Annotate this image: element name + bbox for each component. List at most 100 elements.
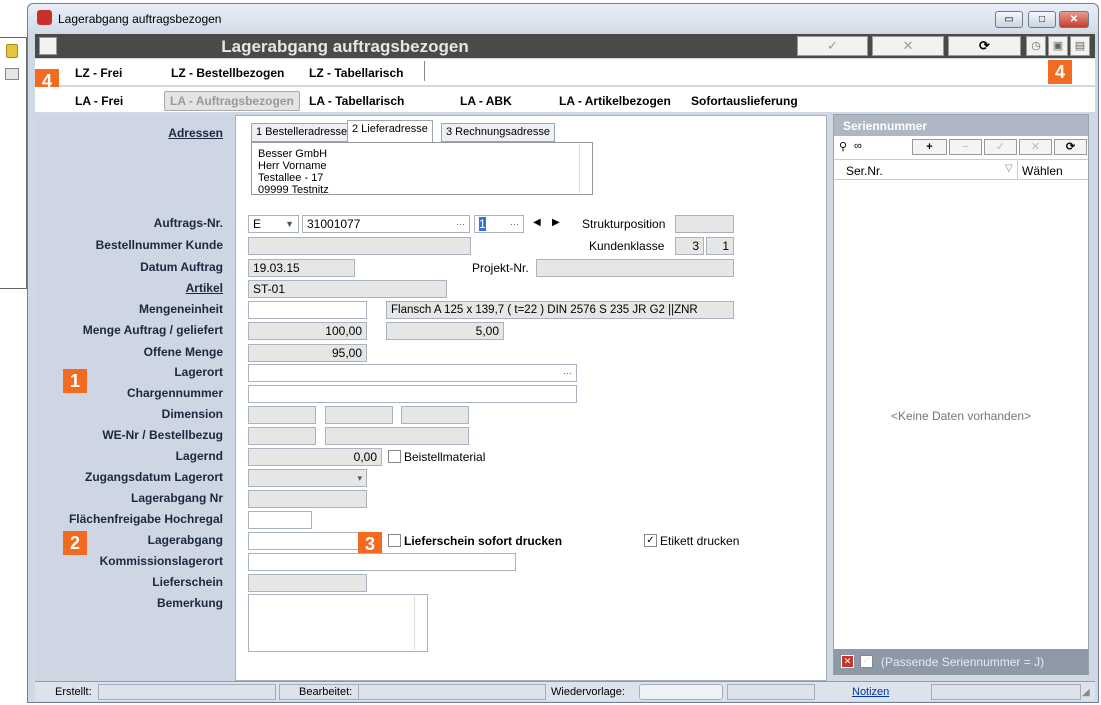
beistell-label: Beistellmaterial — [404, 450, 486, 464]
label-artikel[interactable]: Artikel — [35, 281, 223, 295]
etikett-checkbox[interactable]: ✓ — [644, 534, 657, 547]
label-kommission: Kommissionslagerort — [99, 554, 223, 568]
badge-4-right: 4 — [1048, 60, 1072, 84]
position-input[interactable]: 1 ··· — [474, 215, 524, 233]
lagerort-input[interactable]: ··· — [248, 364, 577, 382]
tab-la-abk[interactable]: LA - ABK — [460, 94, 512, 108]
abgang-nr-field — [248, 490, 367, 508]
label-kundenklasse: Kundenklasse — [589, 239, 665, 253]
menge-auftrag-field: 100,00 — [248, 322, 367, 340]
label-lieferschein: Lieferschein — [152, 575, 223, 589]
label-mengeneinheit: Mengeneinheit — [138, 302, 223, 316]
label-lagerabgang: Lagerabgang — [147, 533, 223, 547]
box-icon[interactable] — [5, 68, 19, 80]
kundenklasse-a: 3 — [675, 237, 704, 255]
clear-filter-icon[interactable]: ✕ — [841, 655, 854, 668]
add-serial-button[interactable]: + — [912, 139, 947, 155]
maximize-button[interactable]: □ — [1028, 11, 1056, 28]
bearbeitet-field — [358, 684, 546, 700]
bemerkung-textarea[interactable] — [248, 594, 428, 652]
serial-filter-checkbox[interactable]: ✓ — [860, 655, 873, 668]
mengeneinheit-input[interactable] — [248, 301, 367, 319]
refresh-serial-button[interactable]: ⟳ — [1054, 139, 1087, 155]
lieferschein-checkbox[interactable] — [388, 534, 401, 547]
label-charge: Chargennummer — [126, 386, 223, 400]
tab-la-artikelbezogen[interactable]: LA - Artikelbezogen — [559, 94, 671, 108]
confirm-serial-button[interactable]: ✓ — [984, 139, 1017, 155]
label-adressen[interactable]: Adressen — [35, 126, 223, 140]
tab-lieferadresse[interactable]: 2 Lieferadresse — [347, 120, 433, 142]
notizen-link[interactable]: Notizen — [852, 686, 889, 698]
address-line: Testallee - 17 — [258, 172, 324, 184]
tab-la-auftragsbezogen[interactable]: LA - Auftragsbezogen — [164, 91, 300, 111]
side-toolbar — [0, 37, 27, 289]
next-arrow-icon[interactable]: ▶ — [552, 217, 560, 228]
lieferschein-drucken-label: Lieferschein sofort drucken — [404, 534, 563, 548]
tab-sofortauslieferung[interactable]: Sofortauslieferung — [691, 94, 798, 108]
kommission-input[interactable] — [248, 553, 516, 571]
label-abgang-nr: Lagerabgang Nr — [130, 491, 223, 505]
tab-bestelleradresse[interactable]: 1 Bestelleradresse — [251, 123, 353, 142]
label-menge: Menge Auftrag / geliefert — [82, 323, 223, 337]
col-waehlen[interactable]: Wählen — [1022, 164, 1063, 178]
header-bar: Lagerabgang auftragsbezogen ✓ ✕ ⟳ ◷ ▣ ▤ — [35, 34, 1095, 58]
artikel-field: ST-01 — [248, 280, 447, 298]
lagernd-field: 0,00 — [248, 448, 382, 466]
folder-icon[interactable] — [6, 44, 18, 58]
minimize-button[interactable]: ▭ — [995, 11, 1023, 28]
prev-arrow-icon[interactable]: ◀ — [533, 217, 541, 228]
app-icon — [37, 10, 52, 25]
remove-serial-button[interactable]: − — [949, 139, 982, 155]
window-title: Lagerabgang auftragsbezogen — [58, 12, 222, 26]
tabs-row-la: LA - Frei LA - Auftragsbezogen LA - Tabe… — [35, 87, 1095, 112]
clock-icon[interactable]: ◷ — [1026, 36, 1046, 56]
tab-divider — [424, 61, 425, 81]
scrollbar[interactable] — [414, 596, 426, 650]
tab-lz-frei[interactable]: LZ - Frei — [75, 66, 122, 80]
label-strukturposition: Strukturposition — [582, 217, 666, 231]
flaeche-input[interactable] — [248, 511, 312, 529]
dimension-3 — [401, 406, 469, 424]
auftrags-typ-select[interactable]: E ▼ — [248, 215, 299, 233]
status-wiedervorlage: Wiedervorlage: — [551, 686, 625, 698]
title-bar: Lagerabgang auftragsbezogen ▭ □ ✕ — [28, 4, 1098, 32]
glasses-icon[interactable]: ∞ — [854, 140, 862, 152]
serial-empty-text: <Keine Daten vorhanden> — [890, 409, 1032, 423]
confirm-button[interactable]: ✓ — [797, 36, 868, 56]
serial-panel: Seriennummer ⚲ ∞ + − ✓ ✕ ⟳ Ser.Nr. ▽ Wäh… — [833, 114, 1089, 675]
charge-input[interactable] — [248, 385, 577, 403]
print-icon[interactable]: ▤ — [1070, 36, 1090, 56]
tab-lz-bestellbezogen[interactable]: LZ - Bestellbezogen — [171, 66, 284, 80]
filter-icon[interactable]: ⚲ — [839, 140, 847, 153]
resize-grip-icon[interactable]: ◢ — [1082, 687, 1090, 698]
sort-icon[interactable]: ▽ — [1005, 163, 1013, 174]
delete-serial-button[interactable]: ✕ — [1019, 139, 1052, 155]
serial-filter-label: (Passende Seriennummer = J) — [881, 655, 1045, 669]
scrollbar[interactable] — [579, 144, 591, 193]
dimension-2 — [325, 406, 393, 424]
tab-la-frei[interactable]: LA - Frei — [75, 94, 123, 108]
beistell-checkbox[interactable] — [388, 450, 401, 463]
tab-lz-tabellarisch[interactable]: LZ - Tabellarisch — [309, 66, 403, 80]
tabs-row-lz: 4 LZ - Frei LZ - Bestellbezogen LZ - Tab… — [35, 59, 1095, 93]
tab-la-tabellarisch[interactable]: LA - Tabellarisch — [309, 94, 404, 108]
address-box[interactable]: Besser GmbH Herr Vorname Testallee - 17 … — [251, 142, 593, 196]
auftrags-nr-input[interactable]: 31001077 ··· — [302, 215, 470, 233]
dimension-1 — [248, 406, 316, 424]
wiedervorlage-field[interactable] — [639, 684, 723, 700]
datum-field: 19.03.15 — [248, 259, 355, 277]
lagerabgang-input[interactable] — [248, 532, 367, 550]
refresh-button[interactable]: ⟳ — [948, 36, 1021, 56]
page-title: Lagerabgang auftragsbezogen — [221, 37, 469, 56]
bestellnummer-field — [248, 237, 471, 255]
label-projekt: Projekt-Nr. — [472, 261, 529, 275]
cancel-button[interactable]: ✕ — [872, 36, 944, 56]
label-auftrags-nr: Auftrags-Nr. — [153, 216, 223, 230]
close-button[interactable]: ✕ — [1059, 11, 1089, 28]
cube-icon[interactable]: ▣ — [1048, 36, 1068, 56]
we-nr-field — [248, 427, 316, 445]
tab-rechnungsadresse[interactable]: 3 Rechnungsadresse — [441, 123, 555, 142]
col-sernr[interactable]: Ser.Nr. — [846, 164, 883, 178]
label-flaeche: Flächenfreigabe Hochregal — [68, 512, 223, 526]
zugangsdatum-select[interactable]: ▾ — [248, 469, 367, 487]
